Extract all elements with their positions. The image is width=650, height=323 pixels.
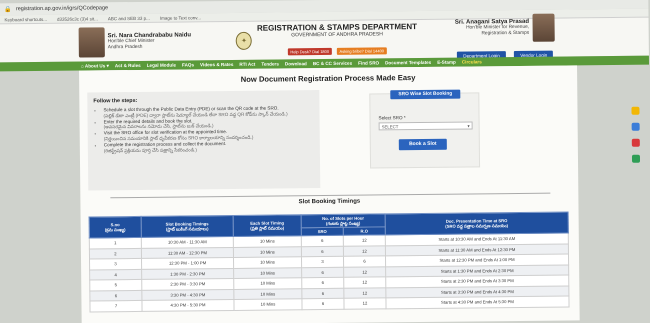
steps-panel: Follow the steps: Schedule a slot throug… <box>87 90 321 191</box>
cell-each: 10 Mins <box>233 277 302 289</box>
nav-item-circulars[interactable]: Circulars <box>462 59 482 64</box>
nav-item-faqs[interactable]: FAQs <box>182 62 194 67</box>
cell-sro: 6 <box>301 287 344 299</box>
nav-item-bc-cc[interactable]: BC & CC Services <box>313 61 352 66</box>
header-label-telugu: (SRO వద్ద పత్రాల సమర్పణ సమయం) <box>445 223 509 229</box>
minister-photo <box>531 13 555 42</box>
nav-item-tenders[interactable]: Tenders <box>261 61 279 66</box>
sro-wise-slot-booking-button[interactable]: SRO Wise Slot Booking <box>390 89 461 100</box>
select-sro-label: Select SRO * <box>378 115 406 121</box>
cell-sro: 6 <box>301 245 344 257</box>
cell-ro: 12 <box>343 276 386 288</box>
cell-ro: 12 <box>343 266 386 278</box>
lock-icon: 🔒 <box>4 6 12 13</box>
bribe-badge[interactable]: Asking bribe? Dial 14400 <box>336 46 388 55</box>
col-sno: S.no (క్రమ సంఖ్య) <box>89 216 142 238</box>
nav-label: About Us <box>84 62 106 69</box>
nav-item-act-rules[interactable]: Act & Rules <box>115 63 141 68</box>
screen: 🔒 registration.ap.gov.in/igrs/QCodepage … <box>0 0 650 323</box>
cell-sno: 4 <box>89 268 142 280</box>
cm-profile: Sri. Nara Chandrababu Naidu Hon'ble Chie… <box>78 26 192 58</box>
sro-select-value: SELECT <box>381 124 399 130</box>
steps-list: Schedule a slot through the Public Data … <box>93 105 313 154</box>
cell-sno: 2 <box>89 247 142 259</box>
cell-each: 10 Mins <box>233 298 303 310</box>
page-title: Now Document Registration Process Made E… <box>240 73 416 84</box>
cell-sno: 6 <box>89 289 142 301</box>
bookmark-item[interactable]: Image to Text conv... <box>160 15 201 20</box>
nav-item-find-sro[interactable]: Find SRO <box>358 60 379 65</box>
timings-title: Slot Booking Timings <box>298 198 361 206</box>
cell-ro: 12 <box>343 234 386 246</box>
minister-block: Sri. Anagani Satya Prasad Hon'ble Minist… <box>455 13 556 63</box>
step-item: Complete the registration process and co… <box>104 140 314 154</box>
bookmark-item[interactable]: d33526c3c (3)4 sit... <box>57 16 98 21</box>
cell-sno: 1 <box>89 237 142 249</box>
tool-icon[interactable] <box>631 138 640 147</box>
cell-sro: 6 <box>301 298 345 310</box>
chevron-down-icon: ▾ <box>467 123 470 129</box>
header-label-telugu: (గంటకు స్లాట్ల సంఖ్య) <box>326 220 361 226</box>
cell-each: 10 Mins <box>233 288 302 300</box>
header-label-telugu: (ప్రతి స్లాట్ సమయం) <box>250 225 285 231</box>
cell-each: 10 Mins <box>233 256 302 268</box>
dept-brand: ✦ REGISTRATION & STAMPS DEPARTMENT GOVER… <box>235 21 417 59</box>
cell-ro: 12 <box>343 245 386 257</box>
col-each-slot: Each Slot Timing (ప్రతి స్లాట్ సమయం) <box>233 214 302 237</box>
slot-booking-card: SRO Wise Slot Booking Select SRO * SELEC… <box>369 89 481 169</box>
cell-sno: 5 <box>89 279 142 291</box>
bookmark-item[interactable]: Keyboard shortcuts... <box>4 16 47 21</box>
nav-item-download[interactable]: Download <box>285 61 307 66</box>
cm-state: Andhra Pradesh <box>107 44 143 51</box>
cell-ro: 6 <box>343 255 386 267</box>
helpdesk-badge[interactable]: Help Desk? Dial 1800 <box>287 47 333 55</box>
pencil-icon[interactable] <box>631 106 640 115</box>
tool-icon[interactable] <box>631 154 641 163</box>
nav-item-doc-templates[interactable]: Document Templates <box>385 60 431 65</box>
book-slot-button[interactable]: Book a Slot <box>398 138 447 151</box>
steps-heading: Follow the steps: <box>93 97 138 105</box>
cell-sro: 6 <box>301 235 344 247</box>
main-content: Now Document Registration Process Made E… <box>79 65 580 323</box>
slot-timings-table: S.no (క్రమ సంఖ్య) Slot Booking Timings (స్… <box>89 211 570 312</box>
cell-sro: 6 <box>301 277 344 289</box>
sro-select[interactable]: SELECT ▾ <box>378 121 473 131</box>
cell-doc: Starts at 4:30 PM and Ends At 5:30 PM <box>385 295 570 309</box>
nav-item-videos-rates[interactable]: Videos & Rates <box>200 62 233 67</box>
dept-title: REGISTRATION & STAMPS DEPARTMENT <box>256 21 417 33</box>
step-text: Complete the registration process and co… <box>103 140 227 148</box>
state-emblem-icon: ✦ <box>235 31 253 50</box>
step-item: Schedule a slot through the Public Data … <box>103 105 313 119</box>
cell-sno: 3 <box>89 258 142 270</box>
home-icon: ⌂ <box>80 63 84 69</box>
cell-each: 10 Mins <box>233 235 302 247</box>
bookmark-item[interactable]: ABC and SEB 33 p... <box>108 15 150 20</box>
header-label-telugu: (క్రమ సంఖ్య) <box>104 227 126 233</box>
cell-time: 4:30 PM - 5:30 PM <box>141 299 235 311</box>
cell-each: 10 Mins <box>233 246 302 258</box>
url-text[interactable]: registration.ap.gov.in/igrs/QCodepage <box>16 5 108 12</box>
tool-icon[interactable] <box>631 122 640 131</box>
nav-item-estamp[interactable]: E-Stamp <box>437 60 456 65</box>
col-doc-time: Doc. Presentation Time at SRO (SRO వద్ద ప… <box>385 211 569 235</box>
cell-sno: 7 <box>89 300 143 312</box>
cell-sro: 6 <box>301 266 344 278</box>
side-toolbar <box>631 106 646 163</box>
minister-dept: Registration & Stamps <box>481 30 530 37</box>
header-label-telugu: (స్లాట్ బుకింగ్ సమయాలు) <box>165 226 209 232</box>
cell-ro: 12 <box>343 297 387 309</box>
col-timings: Slot Booking Timings (స్లాట్ బుకింగ్ సమయా… <box>141 215 234 238</box>
cell-each: 10 Mins <box>233 267 302 279</box>
nav-item-rti-act[interactable]: RTI Act <box>239 62 255 67</box>
cell-sro: 3 <box>301 256 344 268</box>
nav-item-legal-module[interactable]: Legal Module <box>147 63 176 68</box>
table-body: 1 10:30 AM - 11:30 AM 10 Mins 6 12 Starts at … <box>89 232 570 312</box>
nav-item-about[interactable]: ⌂ About Us ▾ <box>81 63 109 69</box>
cm-photo <box>78 27 105 58</box>
col-slots-per-hour: No. of Slots per Hour (గంటకు స్లాట్ల సంఖ్… <box>301 213 386 228</box>
cell-ro: 12 <box>343 287 386 299</box>
